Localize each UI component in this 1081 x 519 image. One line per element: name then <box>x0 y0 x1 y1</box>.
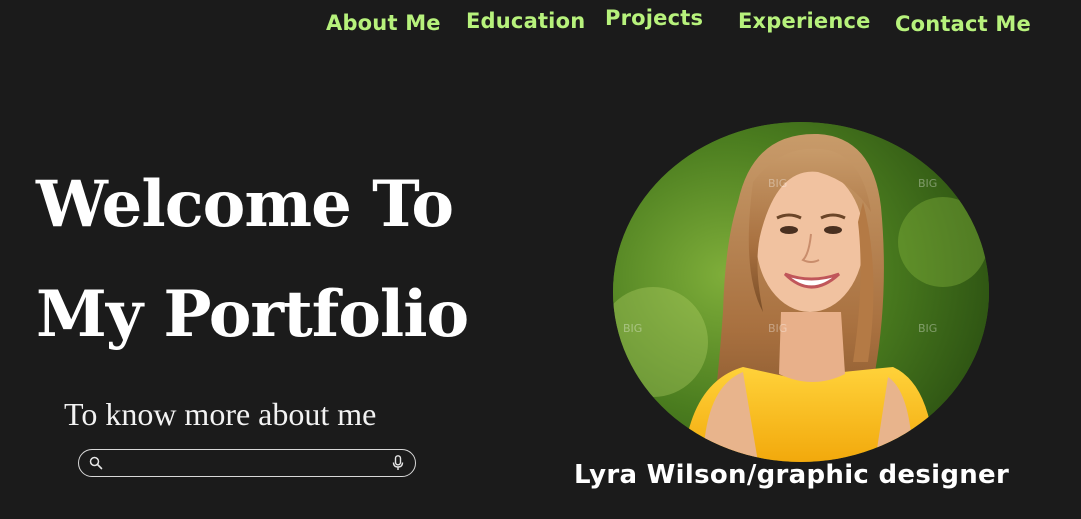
top-nav: About Me Education Projects Experience C… <box>318 6 1047 40</box>
nav-contact-me[interactable]: Contact Me <box>895 12 1031 36</box>
nav-projects[interactable]: Projects <box>605 6 703 30</box>
hero-subtitle: To know more about me <box>64 396 377 432</box>
profile-caption: Lyra Wilson/graphic designer <box>574 460 1010 490</box>
profile-portrait-image: BIG BIG BIG BIG BIG <box>613 122 989 462</box>
watermark-text: BIG <box>623 322 642 335</box>
watermark-text: BIG <box>918 177 937 190</box>
search-input[interactable] <box>109 453 381 475</box>
search-bar[interactable] <box>78 449 416 477</box>
nav-experience[interactable]: Experience <box>738 9 871 33</box>
nav-about-me[interactable]: About Me <box>326 11 441 35</box>
nav-education[interactable]: Education <box>466 9 585 33</box>
watermark-text: BIG <box>918 322 937 335</box>
search-icon[interactable] <box>89 456 103 470</box>
profile-photo: BIG BIG BIG BIG BIG <box>613 122 989 462</box>
watermark-text: BIG <box>768 322 787 335</box>
watermark-text: BIG <box>768 177 787 190</box>
hero-title-line-2: My Portfolio <box>36 277 469 352</box>
hero-title-line-1: Welcome To <box>36 167 454 242</box>
microphone-icon[interactable] <box>392 455 404 471</box>
hero-title: Welcome To My Portfolio <box>36 150 506 370</box>
